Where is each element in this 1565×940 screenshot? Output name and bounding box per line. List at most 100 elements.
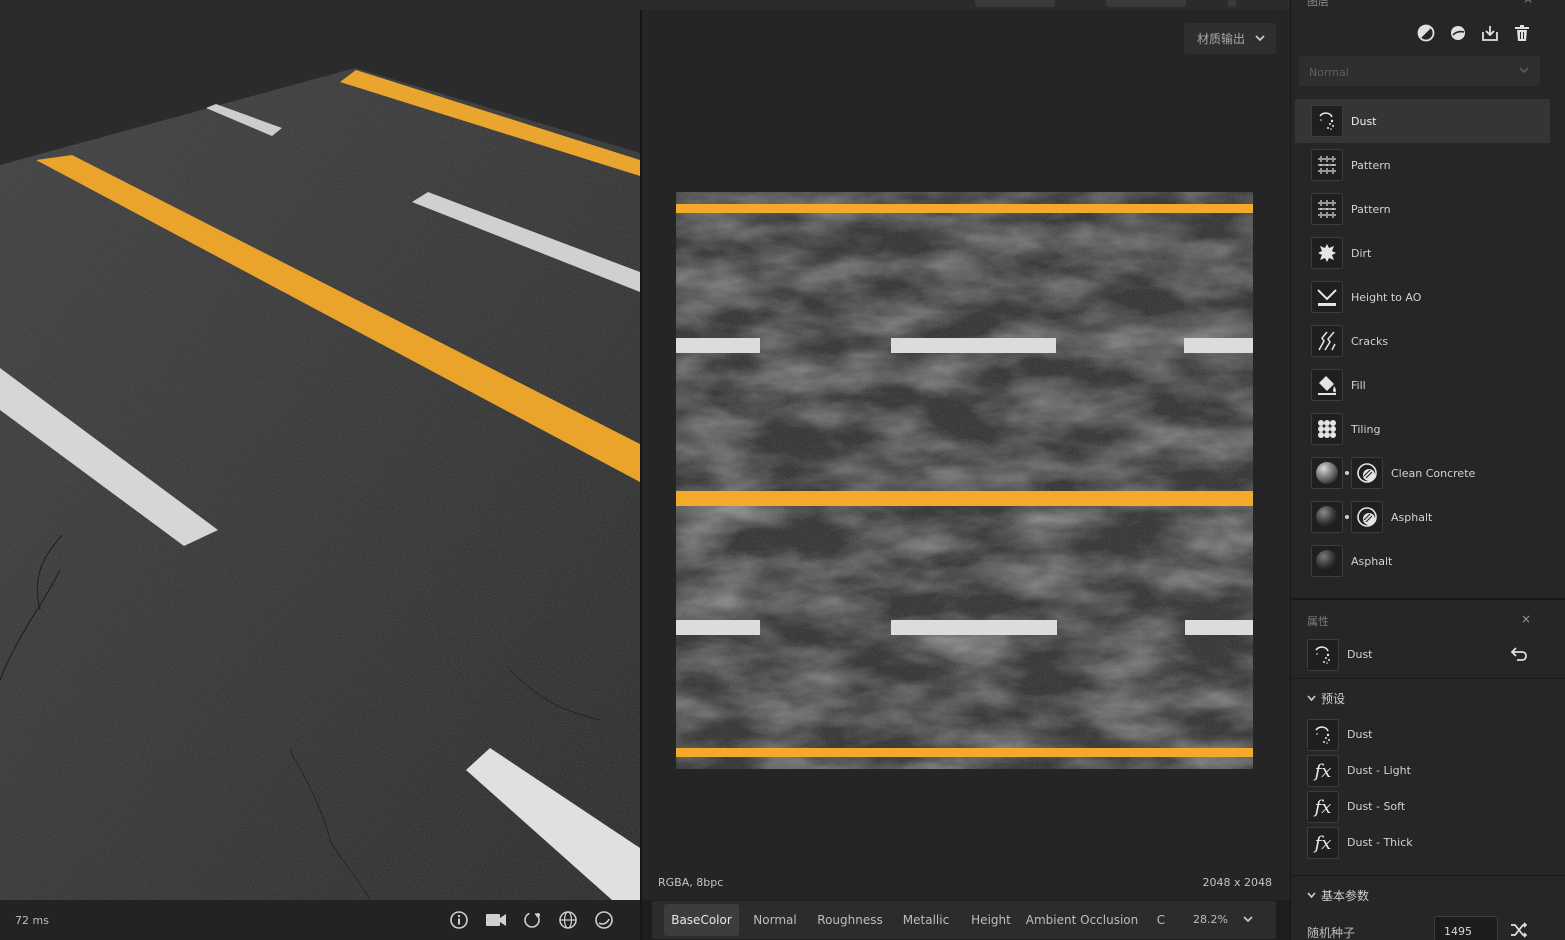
layer-label: Height to AO	[1351, 291, 1422, 304]
add-material-layer-icon[interactable]	[1449, 24, 1467, 42]
mask-link-dot	[1345, 515, 1349, 519]
3d-asphalt-render[interactable]	[0, 10, 640, 900]
material-sphere-icon[interactable]	[593, 909, 615, 931]
tiling-icon	[1311, 413, 1343, 445]
fx-icon: fx	[1307, 755, 1339, 787]
tab-basecolor[interactable]: BaseColor	[664, 904, 739, 936]
layer-label: Fill	[1351, 379, 1366, 392]
tab-metallic[interactable]: Metallic	[898, 904, 954, 936]
layer-item-tiling[interactable]: Tiling	[1295, 407, 1550, 451]
yellow-line	[676, 491, 1253, 506]
chevron-down-icon	[1307, 695, 1316, 702]
texture-format: RGBA, 8bpc	[658, 876, 724, 889]
presets-section-header[interactable]: 预设	[1307, 690, 1345, 707]
layer-item-pattern[interactable]: Pattern	[1295, 187, 1550, 231]
height-to-ao-icon	[1311, 281, 1343, 313]
yellow-line	[676, 204, 1253, 213]
import-icon[interactable]	[1481, 24, 1499, 42]
layer-mask-icon[interactable]	[1351, 457, 1383, 489]
layer-list: Dust Pattern Pattern Dirt Height to AO C…	[1295, 99, 1550, 583]
basic-params-section-header[interactable]: 基本参数	[1307, 887, 1369, 904]
white-dash	[891, 338, 1056, 353]
white-dash	[1185, 620, 1253, 635]
white-dash	[891, 620, 1057, 635]
basic-params-title: 基本参数	[1321, 889, 1370, 903]
light-rotate-icon[interactable]	[521, 909, 543, 931]
3d-viewport[interactable]	[0, 10, 640, 900]
panel-separator	[1291, 678, 1565, 679]
zoom-level[interactable]: 28.2%	[1193, 913, 1228, 926]
layer-item-asphalt[interactable]: Asphalt	[1295, 495, 1550, 539]
close-icon[interactable]: ×	[1523, 0, 1533, 6]
material-sphere-icon	[1311, 545, 1343, 577]
layer-label: Pattern	[1351, 159, 1391, 172]
top-tab[interactable]	[1228, 0, 1236, 7]
material-sphere-icon	[1311, 457, 1343, 489]
top-tab[interactable]	[975, 0, 1055, 7]
tab-overflow[interactable]: C	[1152, 904, 1170, 936]
cracks-icon	[1311, 325, 1343, 357]
seed-input[interactable]: 1495	[1434, 916, 1498, 940]
preset-label: Dust	[1347, 728, 1373, 741]
2d-viewport[interactable]: 材质输出 RGBA, 8bpc 2048 x 2048	[642, 10, 1290, 900]
tab-normal[interactable]: Normal	[746, 904, 804, 936]
top-tab[interactable]	[1106, 0, 1186, 7]
chevron-down-icon	[1255, 35, 1265, 42]
fx-icon: fx	[1307, 791, 1339, 823]
dirt-icon	[1311, 237, 1343, 269]
chevron-down-icon	[1307, 892, 1316, 899]
fx-icon: fx	[1307, 827, 1339, 859]
tab-height[interactable]: Height	[966, 904, 1016, 936]
preset-label: Dust - Soft	[1347, 800, 1406, 813]
material-sphere-icon	[1311, 501, 1343, 533]
layer-label: Clean Concrete	[1391, 467, 1476, 480]
dust-icon	[1311, 105, 1343, 137]
preset-label: Dust - Thick	[1347, 836, 1413, 849]
texture-size: 2048 x 2048	[1202, 876, 1273, 889]
environment-icon[interactable]	[557, 909, 579, 931]
close-icon[interactable]: ×	[1521, 612, 1531, 626]
info-icon[interactable]	[448, 909, 470, 931]
tab-roughness[interactable]: Roughness	[814, 904, 886, 936]
blend-mode-select[interactable]: Normal	[1299, 56, 1540, 86]
layer-item-fill[interactable]: Fill	[1295, 363, 1550, 407]
pattern-icon	[1311, 193, 1343, 225]
layer-mask-icon[interactable]	[1351, 501, 1383, 533]
yellow-line	[676, 748, 1253, 757]
blend-mode-value: Normal	[1309, 66, 1349, 79]
layer-item-asphalt[interactable]: Asphalt	[1295, 539, 1550, 583]
layer-label: Dust	[1351, 115, 1377, 128]
layer-label: Dirt	[1351, 247, 1372, 260]
layer-item-dust[interactable]: Dust	[1295, 99, 1550, 143]
right-panel: 图层 × Normal Dust	[1290, 0, 1565, 940]
layers-panel-title: 图层	[1307, 0, 1329, 8]
panel-separator	[1291, 598, 1565, 600]
layer-label: Cracks	[1351, 335, 1389, 348]
preset-item-dust[interactable]: Dust	[1307, 719, 1537, 751]
camera-icon[interactable]	[485, 909, 507, 931]
layer-item-cracks[interactable]: Cracks	[1295, 319, 1550, 363]
white-dash	[676, 620, 760, 635]
layer-item-pattern[interactable]: Pattern	[1295, 143, 1550, 187]
output-select-label: 材质输出	[1197, 32, 1246, 46]
basecolor-texture[interactable]	[676, 192, 1253, 769]
tab-ambient-occlusion[interactable]: Ambient Occlusion	[1026, 904, 1138, 936]
shuffle-icon[interactable]	[1510, 922, 1528, 938]
layer-item-clean-concrete[interactable]: Clean Concrete	[1295, 451, 1550, 495]
presets-title: 预设	[1321, 692, 1346, 706]
output-select[interactable]: 材质输出	[1184, 23, 1276, 54]
channel-tab-bar: BaseColor Normal Roughness Metallic Heig…	[652, 901, 1276, 939]
trash-icon[interactable]	[1513, 24, 1531, 42]
preset-item-dust-soft[interactable]: fx Dust - Soft	[1307, 791, 1537, 823]
preset-item-dust-thick[interactable]: fx Dust - Thick	[1307, 827, 1537, 859]
layer-item-height-to-ao[interactable]: Height to AO	[1295, 275, 1550, 319]
layer-label: Asphalt	[1391, 511, 1433, 524]
chevron-down-icon[interactable]	[1242, 913, 1254, 925]
mask-link-dot	[1345, 471, 1349, 475]
texture-speckle	[676, 192, 1253, 769]
layer-label: Tiling	[1351, 423, 1381, 436]
reset-icon[interactable]	[1508, 646, 1528, 662]
mask-icon[interactable]	[1417, 24, 1435, 42]
preset-item-dust-light[interactable]: fx Dust - Light	[1307, 755, 1537, 787]
layer-item-dirt[interactable]: Dirt	[1295, 231, 1550, 275]
